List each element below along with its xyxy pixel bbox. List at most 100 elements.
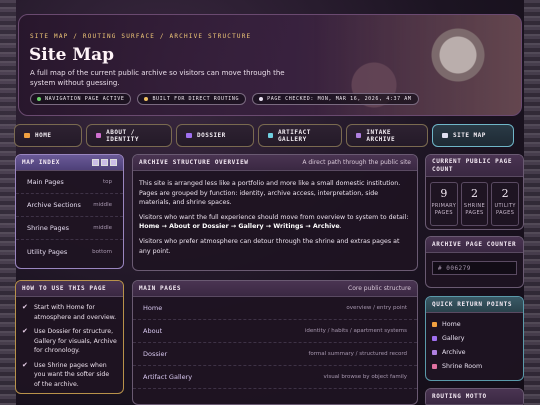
path-end: . [339, 223, 342, 231]
shrine-icon [432, 363, 437, 369]
nav-home[interactable]: HOME [14, 124, 82, 147]
left-frame-decoration [0, 0, 16, 405]
page-link-desc: formal summary / structured record [308, 351, 407, 357]
nav-artifact-gallery[interactable]: ARTIFACT GALLERY [258, 124, 342, 147]
count-number: 2 [471, 187, 478, 200]
nav-label: HOME [35, 132, 52, 139]
overview-paragraph: This site is arranged less like a portfo… [139, 180, 401, 207]
quick-link-archive[interactable]: Archive [426, 345, 523, 359]
main-page-link-artifact-gallery[interactable]: Artifact Gallery visual browse by object… [133, 366, 417, 389]
map-index-tag: middle [93, 202, 112, 208]
quick-link-home[interactable]: Home [426, 317, 523, 331]
nav-label: INTAKE ARCHIVE [366, 128, 396, 143]
main-page-link-dossier[interactable]: Dossier formal summary / structured reco… [133, 343, 417, 366]
route-path: Home → About or Dossier → Gallery → Writ… [139, 223, 340, 231]
status-chip-routing: BUILT FOR DIRECT ROUTING [137, 93, 247, 105]
quick-link-label: Gallery [442, 334, 465, 342]
map-index-header: MAP INDEX [16, 155, 123, 171]
count-number: 2 [501, 187, 509, 200]
nav-site-map[interactable]: SITE MAP [432, 124, 514, 147]
map-index-label: Shrine Pages [27, 224, 70, 232]
map-icon [442, 133, 448, 138]
panel-title: ARCHIVE STRUCTURE OVERVIEW [139, 159, 249, 166]
checkmark-icon: ✔ [22, 303, 28, 311]
quick-link-label: Archive [442, 348, 466, 356]
quick-return-header: QUICK RETURN POINTS [426, 297, 523, 313]
main-page-link-about[interactable]: About identity / habits / apartment syst… [133, 320, 417, 343]
gallery-icon [268, 133, 273, 138]
checkmark-icon: ✔ [22, 327, 28, 335]
gallery-icon [432, 335, 437, 341]
count-label: UTILITY PAGES [494, 203, 516, 216]
nav-intake-archive[interactable]: INTAKE ARCHIVE [346, 124, 428, 147]
motto-header: ROUTING MOTTO [426, 389, 523, 405]
close-icon[interactable] [110, 159, 117, 166]
archive-icon [432, 349, 437, 355]
quick-link-label: Shrine Room [442, 362, 483, 370]
chip-label: PAGE CHECKED: MON, MAR 16, 2026, 4:37 AM [267, 96, 412, 102]
nav-label: ABOUT / IDENTITY [106, 128, 139, 143]
quick-return-list: Home Gallery Archive Shrine Room [426, 313, 523, 373]
hit-counter: # 006279 [432, 261, 517, 275]
main-nav: HOME ABOUT / IDENTITY DOSSIER ARTIFACT G… [14, 124, 526, 147]
chip-label: NAVIGATION PAGE ACTIVE [45, 96, 125, 102]
main-page-link-home[interactable]: Home overview / entry point [133, 297, 417, 320]
main-pages-panel: MAIN PAGES Core public structure Home ov… [132, 280, 418, 405]
page-count-panel: CURRENT PUBLIC PAGE COUNT 9 PRIMARY PAGE… [425, 154, 524, 230]
overview-paragraph: Visitors who prefer atmosphere can detou… [139, 237, 400, 255]
panel-title: ARCHIVE PAGE COUNTER [432, 241, 517, 248]
page-link-desc: overview / entry point [346, 305, 407, 311]
routing-motto-panel: ROUTING MOTTO [425, 388, 524, 405]
status-dot-icon [37, 97, 41, 101]
panel-subtitle: A direct path through the public site [302, 159, 411, 166]
page-link-desc: visual browse by object family [323, 374, 407, 380]
map-index-item-main-pages[interactable]: Main Pages top [16, 171, 123, 194]
panel-title: QUICK RETURN POINTS [432, 301, 513, 308]
page-link-desc: identity / habits / apartment systems [304, 328, 407, 334]
map-index-item-shrine-pages[interactable]: Shrine Pages middle [16, 217, 123, 240]
archive-counter-panel: ARCHIVE PAGE COUNTER # 006279 [425, 236, 524, 288]
how-to-panel: HOW TO USE THIS PAGE ✔ Start with Home f… [15, 280, 124, 394]
map-index-panel: MAP INDEX Main Pages top Archive Section… [15, 154, 124, 269]
panel-subtitle: Core public structure [348, 285, 411, 292]
quick-return-panel: QUICK RETURN POINTS Home Gallery Archive… [425, 296, 524, 381]
quick-link-shrine-room[interactable]: Shrine Room [426, 359, 523, 373]
nav-label: DOSSIER [197, 132, 226, 139]
overview-paragraph-path: Visitors who want the full experience sh… [139, 213, 411, 232]
panel-title: MAIN PAGES [139, 285, 182, 292]
nav-label: SITE MAP [453, 132, 486, 139]
nav-about-identity[interactable]: ABOUT / IDENTITY [86, 124, 172, 147]
count-label: SHRINE PAGES [463, 203, 486, 216]
how-to-text: Use Shrine pages when you want the softe… [34, 361, 110, 388]
page-count-header: CURRENT PUBLIC PAGE COUNT [426, 155, 523, 177]
right-frame-decoration [524, 0, 540, 405]
count-boxes: 9 PRIMARY PAGES 2 SHRINE PAGES 2 UTILITY… [426, 177, 523, 229]
count-box-shrine: 2 SHRINE PAGES [460, 182, 489, 226]
map-index-item-archive-sections[interactable]: Archive Sections middle [16, 194, 123, 217]
page-link-label: Artifact Gallery [143, 373, 193, 381]
map-index-item-utility-pages[interactable]: Utility Pages bottom [16, 240, 123, 263]
page-description: A full map of the current public archive… [30, 69, 285, 87]
page-link-label: Home [143, 304, 163, 312]
page-title: Site Map [29, 45, 115, 65]
map-index-tag: bottom [92, 248, 112, 255]
nav-dossier[interactable]: DOSSIER [176, 124, 254, 147]
home-icon [432, 321, 437, 327]
status-chips: NAVIGATION PAGE ACTIVE BUILT FOR DIRECT … [30, 93, 419, 105]
how-to-text: Use Dossier for structure, Gallery for v… [34, 328, 117, 354]
count-box-primary: 9 PRIMARY PAGES [430, 182, 458, 226]
home-icon [24, 133, 30, 138]
status-chip-checked: PAGE CHECKED: MON, MAR 16, 2026, 4:37 AM [252, 93, 419, 105]
quick-link-gallery[interactable]: Gallery [426, 331, 523, 345]
main-pages-header: MAIN PAGES Core public structure [133, 281, 417, 297]
count-box-utility: 2 UTILITY PAGES [491, 182, 520, 226]
map-index-label: Archive Sections [27, 201, 81, 209]
panel-title: HOW TO USE THIS PAGE [22, 285, 107, 292]
breadcrumb: SITE MAP / ROUTING SURFACE / ARCHIVE STR… [30, 33, 252, 40]
map-index-tag: top [102, 179, 112, 185]
archive-icon [356, 133, 362, 138]
minimize-icon[interactable] [92, 159, 99, 166]
maximize-icon[interactable] [101, 159, 108, 166]
window-controls [92, 159, 117, 166]
how-to-list: ✔ Start with Home for atmosphere and ove… [16, 297, 123, 389]
